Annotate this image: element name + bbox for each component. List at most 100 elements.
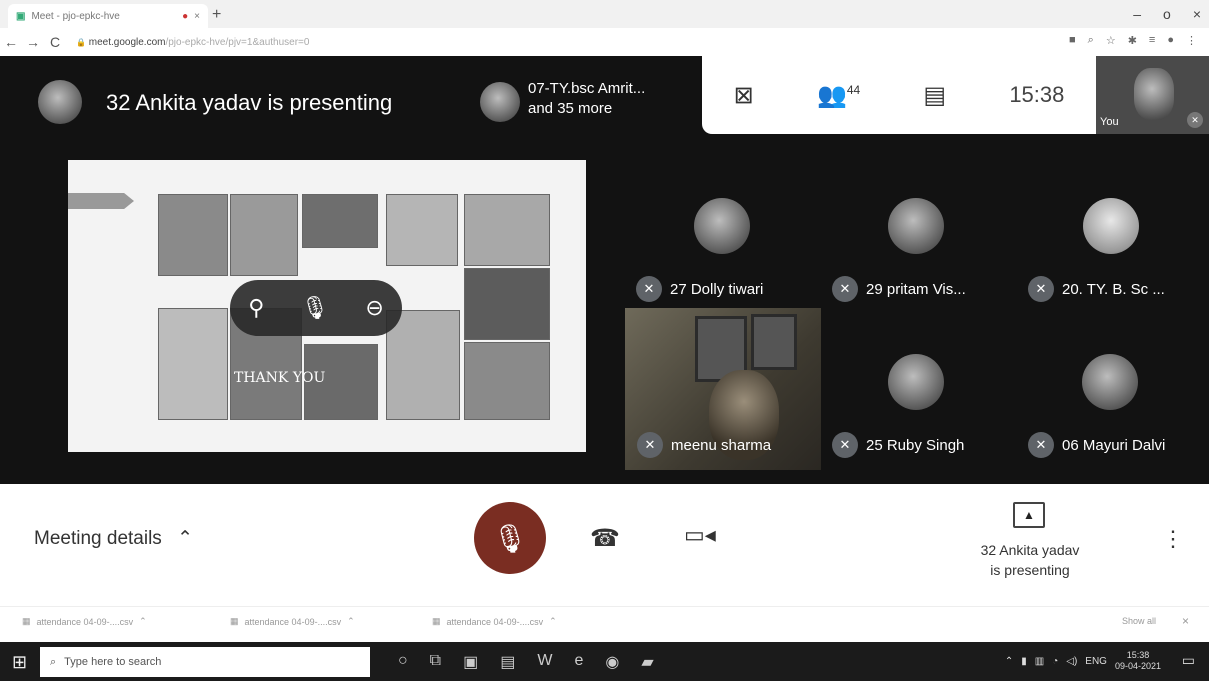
mic-off-icon: ✕: [1028, 276, 1054, 302]
hang-up-button[interactable]: ☎: [590, 524, 620, 553]
volume-icon[interactable]: ◁): [1066, 656, 1077, 667]
download-filename: attendance 04-09-....csv: [36, 616, 134, 627]
wifi-icon[interactable]: ◔: [1052, 656, 1058, 667]
show-all-label: Show all: [1122, 616, 1157, 626]
self-mic-off-icon: ✕: [1187, 112, 1203, 128]
notifications-icon[interactable]: ▭: [1182, 652, 1195, 669]
participant-name: 25 Ruby Singh: [866, 436, 965, 454]
slide-photo: [230, 194, 298, 276]
wall-frame: [751, 314, 797, 370]
participant-name-row: ✕ 06 Mayuri Dalvi: [1028, 432, 1165, 458]
reading-list-icon[interactable]: ≡: [1149, 34, 1155, 47]
presenting-line-2: is presenting: [990, 562, 1070, 578]
download-item[interactable]: ▦ attendance 04-09-....csv ⌃: [22, 616, 147, 627]
more-options-button[interactable]: ⋮: [1162, 526, 1184, 552]
presenting-line-1: 32 Ankita yadav: [980, 542, 1080, 558]
kebab-menu-icon: ⋮: [1162, 526, 1184, 551]
slide-photo: [386, 310, 460, 420]
file-explorer-icon[interactable]: ▰: [641, 652, 653, 672]
taskbar-search-box[interactable]: ⌕ Type here to search: [40, 647, 370, 677]
participants-button[interactable]: 👥44: [817, 81, 860, 110]
bookmark-star-icon[interactable]: ☆: [1106, 34, 1116, 47]
participant-video-tile[interactable]: ✕ meenu sharma: [625, 308, 821, 470]
download-menu-icon[interactable]: ⌃: [139, 616, 147, 627]
search-icon: ⌕: [50, 655, 57, 668]
others-avatar: [480, 82, 520, 122]
camera-indicator-icon[interactable]: ■: [1069, 34, 1076, 47]
camera-toggle-button[interactable]: ▭◂: [684, 522, 716, 548]
download-filename: attendance 04-09-....csv: [244, 616, 342, 627]
participant-tile[interactable]: ✕ 20. TY. B. Sc ...: [1028, 198, 1209, 328]
mic-off-icon: ✕: [832, 276, 858, 302]
new-tab-button[interactable]: +: [212, 6, 221, 24]
chrome-browser-icon[interactable]: ◉: [605, 652, 619, 672]
others-summary[interactable]: 07-TY.bsc Amrit... and 35 more: [528, 79, 645, 119]
search-placeholder: Type here to search: [64, 656, 162, 668]
slide-photo: [302, 194, 378, 248]
meeting-details-button[interactable]: Meeting details ⌃: [34, 527, 193, 550]
maximize-button[interactable]: o: [1163, 6, 1171, 22]
zoom-icon[interactable]: ⌕: [1088, 34, 1094, 47]
browser-tab[interactable]: ▣ Meet - pjo-epkc-hve ● ×: [8, 4, 208, 28]
mic-icon[interactable]: 🎙: [301, 295, 329, 321]
layout-grid-icon[interactable]: ⊠: [734, 81, 754, 110]
task-view-icon[interactable]: ⧉: [430, 652, 441, 672]
participants-count: 44: [846, 82, 861, 97]
tray-overflow-icon[interactable]: ⌃: [1005, 656, 1013, 667]
remove-icon[interactable]: ⊖: [365, 295, 383, 321]
photos-app-icon[interactable]: ▣: [463, 652, 478, 672]
profile-avatar-icon[interactable]: ●: [1167, 34, 1174, 47]
cortana-icon[interactable]: ○: [398, 652, 408, 672]
taskbar-date: 09-04-2021: [1114, 661, 1161, 671]
chevron-up-icon: ⌃: [177, 528, 193, 549]
present-now-icon[interactable]: ▲: [1013, 502, 1045, 528]
tab-close-icon[interactable]: ×: [194, 11, 200, 22]
phone-hangup-icon: ☎: [590, 525, 620, 552]
participant-tile[interactable]: ✕ 25 Ruby Singh: [832, 354, 1022, 484]
others-line-2: and 35 more: [528, 100, 613, 117]
download-menu-icon[interactable]: ⌃: [347, 616, 355, 627]
url-field[interactable]: 🔒 meet.google.com/pjo-epkc-hve/pjv=1&aut…: [76, 37, 309, 48]
taskbar-clock[interactable]: 15:38 09-04-2021: [1115, 650, 1161, 672]
address-bar-row: ← → C 🔒 meet.google.com/pjo-epkc-hve/pjv…: [0, 28, 1209, 57]
participant-tile[interactable]: ✕ 29 pritam Vis...: [832, 198, 1022, 328]
network-icon[interactable]: ▥: [1035, 656, 1044, 667]
word-app-icon[interactable]: W: [537, 652, 552, 672]
close-window-button[interactable]: ×: [1193, 6, 1201, 22]
show-all-downloads[interactable]: Show all: [1122, 616, 1156, 626]
taskbar-apps: ○ ⧉ ▣ ▤ W e ◉ ▰: [398, 652, 654, 672]
download-filename: attendance 04-09-....csv: [446, 616, 544, 627]
download-item[interactable]: ▦ attendance 04-09-....csv ⌃: [230, 616, 355, 627]
mic-toggle-button[interactable]: 🎙: [474, 502, 546, 574]
usb-icon[interactable]: ▮: [1021, 656, 1027, 667]
download-item[interactable]: ▦ attendance 04-09-....csv ⌃: [432, 616, 557, 627]
back-button[interactable]: ←: [0, 34, 22, 50]
participant-name-row: ✕ 25 Ruby Singh: [832, 432, 964, 458]
chat-icon[interactable]: ▤: [923, 81, 946, 110]
menu-kebab-icon[interactable]: ⋮: [1186, 34, 1197, 47]
participant-name: meenu sharma: [671, 436, 772, 454]
download-menu-icon[interactable]: ⌃: [549, 616, 557, 627]
window-controls: – o ×: [1133, 6, 1201, 22]
participant-tile[interactable]: ✕ 06 Mayuri Dalvi: [1028, 354, 1209, 484]
windows-start-icon[interactable]: ⊞: [12, 652, 27, 673]
pin-icon[interactable]: ⚲: [248, 295, 264, 321]
self-video-person: [1134, 68, 1174, 120]
close-downloads-icon[interactable]: ×: [1182, 614, 1189, 628]
slide-photo: [464, 194, 550, 266]
edge-browser-icon[interactable]: e: [574, 652, 583, 672]
presenter-avatar: [38, 80, 82, 124]
forward-button[interactable]: →: [22, 34, 44, 50]
minimize-button[interactable]: –: [1133, 6, 1141, 22]
slide-photo: [158, 194, 228, 276]
url-host: meet.google.com: [88, 36, 166, 48]
language-indicator[interactable]: ENG: [1085, 656, 1107, 667]
mic-off-icon: ✕: [636, 276, 662, 302]
mic-off-icon: ✕: [637, 432, 663, 458]
extensions-icon[interactable]: ✱: [1128, 34, 1137, 47]
mail-app-icon[interactable]: ▤: [500, 652, 515, 672]
thank-you-text: THANK YOU: [234, 370, 326, 386]
reload-button[interactable]: C: [44, 34, 66, 50]
taskbar-time: 15:38: [1126, 650, 1150, 660]
presenting-status: 32 Ankita yadav is presenting: [960, 540, 1100, 580]
